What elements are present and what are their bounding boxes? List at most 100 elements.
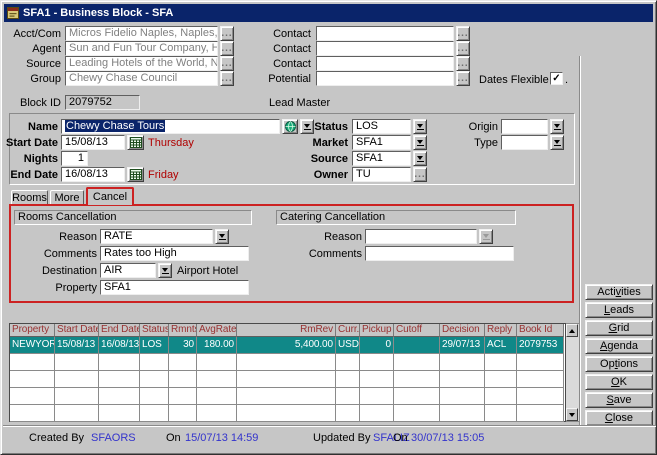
contact3-lookup-button[interactable]: ... — [456, 56, 470, 71]
group-field[interactable]: Chewy Chase Council — [65, 71, 218, 86]
save-button[interactable]: Save — [585, 392, 653, 408]
contact1-lookup-button[interactable]: ... — [456, 26, 470, 41]
source-account-lookup-button[interactable]: ... — [220, 56, 234, 71]
start-date-field[interactable]: 15/08/13 — [61, 135, 125, 150]
leads-button[interactable]: Leads — [585, 302, 653, 318]
tab-cancel[interactable]: Cancel — [86, 187, 134, 205]
source-account-field[interactable]: Leading Hotels of the World, Naples, — [65, 56, 218, 71]
name-globe-button[interactable] — [282, 119, 298, 134]
source-field[interactable]: SFA1 — [352, 151, 411, 166]
tab-more[interactable]: More — [50, 190, 84, 205]
side-panel-divider — [579, 56, 580, 426]
potential-label: Potential — [253, 73, 311, 86]
scroll-down-button[interactable] — [566, 408, 578, 421]
name-field[interactable]: Chewy Chase Tours — [61, 119, 280, 134]
calendar-icon — [130, 137, 142, 148]
col-header: Rmnts — [169, 324, 197, 337]
type-dropdown-button[interactable] — [550, 135, 564, 150]
created-on-value: 15/07/13 14:59 — [185, 432, 258, 445]
owner-label: Owner — [301, 169, 348, 182]
origin-dropdown-button[interactable] — [550, 119, 564, 134]
end-day-text: Friday — [148, 169, 179, 182]
globe-icon — [285, 121, 296, 132]
name-selected-text: Chewy Chase Tours — [65, 120, 165, 132]
options-button[interactable]: Options — [585, 356, 653, 372]
contact3-label: Contact — [253, 58, 311, 71]
updated-by-label: Updated By — [313, 432, 370, 445]
market-field[interactable]: SFA1 — [352, 135, 411, 150]
catering-comments-field[interactable] — [365, 246, 514, 261]
table-row[interactable]: NEWYORK 15/08/13 16/08/13 LOS 30 180.00 … — [10, 337, 565, 354]
agent-lookup-button[interactable]: ... — [220, 41, 234, 56]
window-title: SFA1 - Business Block - SFA — [23, 7, 173, 19]
scroll-up-button[interactable] — [566, 324, 578, 337]
destination-dropdown-button[interactable] — [158, 263, 172, 278]
created-by-label: Created By — [29, 432, 84, 445]
activities-button[interactable]: Activities — [585, 284, 653, 300]
start-date-calendar-button[interactable] — [127, 135, 144, 150]
agenda-button[interactable]: Agenda — [585, 338, 653, 354]
destination-field[interactable]: AIR — [100, 263, 156, 278]
table-row-empty[interactable] — [10, 405, 565, 422]
nights-field[interactable]: 1 — [61, 151, 88, 166]
contact2-lookup-button[interactable]: ... — [456, 41, 470, 56]
table-row-empty[interactable] — [10, 388, 565, 405]
catering-reason-dropdown-button[interactable] — [479, 229, 493, 244]
catering-reason-field[interactable] — [365, 229, 477, 244]
rooms-reason-label: Reason — [21, 231, 97, 244]
acct-com-field[interactable]: Micros Fidelio Naples, Naples, 239-6 — [65, 26, 218, 41]
ok-button[interactable]: OK — [585, 374, 653, 390]
contact3-field[interactable] — [316, 56, 454, 71]
dates-flexible-checkbox[interactable]: ✓ — [550, 72, 563, 85]
acct-com-lookup-button[interactable]: ... — [220, 26, 234, 41]
acct-com-label: Acct/Com — [7, 28, 61, 41]
agent-field[interactable]: Sun and Fun Tour Company, Hood Ri — [65, 41, 218, 56]
bookings-grid: Property Start Date End Date Status Rmnt… — [9, 323, 566, 422]
block-id-field: 2079752 — [65, 95, 140, 110]
business-block-window: SFA1 - Business Block - SFA Acct/Com Mic… — [0, 0, 657, 455]
end-date-calendar-button[interactable] — [127, 167, 144, 182]
catering-cancellation-header: Catering Cancellation — [276, 210, 516, 225]
type-field[interactable] — [501, 135, 548, 150]
dates-flexible-suffix: . — [565, 74, 571, 87]
cancel-property-field[interactable]: SFA1 — [100, 280, 249, 295]
cancel-property-label: Property — [21, 282, 97, 295]
rooms-cancellation-header: Rooms Cancellation — [14, 210, 252, 225]
close-button[interactable]: Close — [585, 410, 653, 426]
col-header: Pickup — [360, 324, 394, 337]
contact2-field[interactable] — [316, 41, 454, 56]
group-lookup-button[interactable]: ... — [220, 71, 234, 86]
owner-lookup-button[interactable]: ... — [413, 167, 427, 182]
titlebar[interactable]: SFA1 - Business Block - SFA — [4, 4, 653, 22]
start-day-text: Thursday — [148, 137, 194, 150]
source-dropdown-button[interactable] — [413, 151, 427, 166]
created-on-label: On — [166, 432, 181, 445]
status-field[interactable]: LOS — [352, 119, 411, 134]
dropdown-arrow-icon — [483, 234, 489, 238]
lead-master-label: Lead Master — [269, 97, 339, 110]
col-header: Curr. — [336, 324, 360, 337]
market-dropdown-button[interactable] — [413, 135, 427, 150]
origin-field[interactable] — [501, 119, 548, 134]
table-row-empty[interactable] — [10, 354, 565, 371]
owner-field[interactable]: TU — [352, 167, 411, 182]
tab-rooms[interactable]: Rooms — [11, 190, 48, 205]
rooms-comments-field[interactable]: Rates too High — [100, 246, 249, 261]
grid-button[interactable]: Grid — [585, 320, 653, 336]
updated-on-label: On — [393, 432, 408, 445]
potential-field[interactable] — [316, 71, 454, 86]
rooms-comments-label: Comments — [21, 248, 97, 261]
table-row-empty[interactable] — [10, 371, 565, 388]
potential-lookup-button[interactable]: ... — [456, 71, 470, 86]
status-dropdown-button[interactable] — [413, 119, 427, 134]
grid-scrollbar[interactable] — [566, 323, 580, 422]
grid-header-row: Property Start Date End Date Status Rmnt… — [10, 324, 565, 337]
end-date-field[interactable]: 16/08/13 — [61, 167, 125, 182]
origin-label: Origin — [453, 121, 498, 134]
col-header: Book Id — [517, 324, 564, 337]
agent-label: Agent — [7, 43, 61, 56]
rooms-reason-field[interactable]: RATE — [100, 229, 213, 244]
rooms-reason-dropdown-button[interactable] — [215, 229, 229, 244]
contact1-field[interactable] — [316, 26, 454, 41]
col-header: Property — [10, 324, 55, 337]
